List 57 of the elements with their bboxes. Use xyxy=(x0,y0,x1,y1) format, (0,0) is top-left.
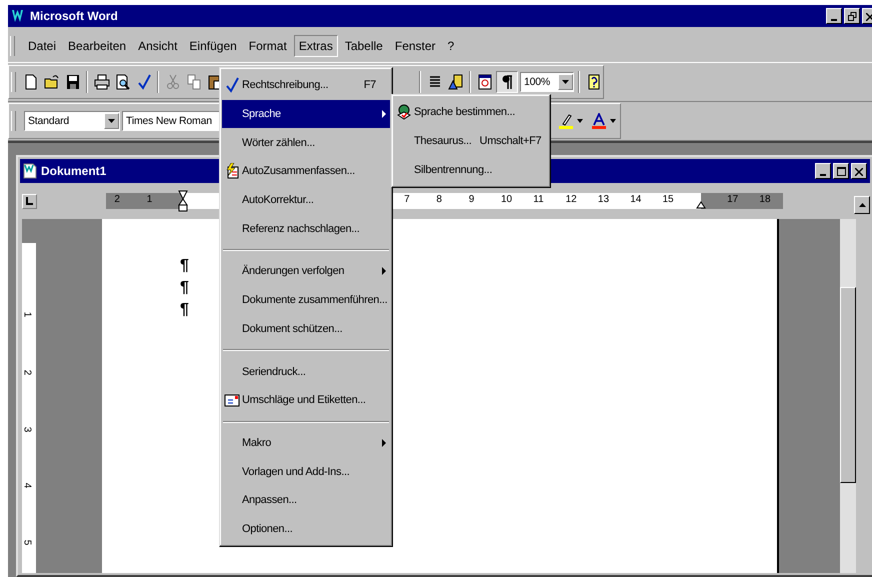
menu-item[interactable]: Bearbeiten xyxy=(63,35,132,57)
ruler-number: 7 xyxy=(404,194,410,205)
menu-item[interactable]: Thesaurus... Umschalt+F7 xyxy=(394,126,548,156)
ruler-number: 9 xyxy=(468,194,474,205)
menu-item[interactable]: Tabelle xyxy=(340,35,388,57)
ruler-number: 13 xyxy=(598,194,610,205)
menu-item[interactable]: Einfügen xyxy=(184,35,242,57)
font-value: Times New Roman xyxy=(125,115,212,127)
shortcut-label: F7 xyxy=(364,79,377,92)
menu-item[interactable]: Optionen... xyxy=(222,514,390,544)
zoom-value: 100% xyxy=(523,76,550,88)
paragraph-mark: ¶ xyxy=(180,256,189,276)
ruler-number: 1 xyxy=(21,312,32,318)
style-combo[interactable]: Standard xyxy=(24,111,120,131)
zoom-combo[interactable]: 100% xyxy=(520,72,574,92)
ruler-number: 4 xyxy=(21,482,32,488)
menu-item[interactable]: Umschläge und Etiketten... xyxy=(222,386,390,415)
ruler-number: 14 xyxy=(630,194,642,205)
ruler-number: 17 xyxy=(727,194,738,205)
menu-item[interactable]: Vorlagen und Add-Ins... xyxy=(222,457,390,486)
menu-item[interactable]: Dokumente zusammenführen... xyxy=(222,286,390,314)
menu-item[interactable]: Wörter zählen... xyxy=(222,128,390,158)
ruler-number: 1 xyxy=(146,194,152,205)
menu-item[interactable]: Sprache xyxy=(222,100,390,128)
style-value: Standard xyxy=(27,115,70,127)
menu-item[interactable]: Rechtschreibung... F7 xyxy=(222,71,390,100)
menu-item[interactable]: Dokument schützen... xyxy=(222,314,390,344)
ruler-number: 8 xyxy=(436,194,442,205)
window-title: Microsoft Word xyxy=(30,9,118,23)
ruler-number: 5 xyxy=(21,540,32,546)
ruler-number: 10 xyxy=(501,194,512,205)
menu-item[interactable]: Anpassen... xyxy=(222,486,390,515)
shortcut-label: Umschalt+F7 xyxy=(480,135,542,148)
ruler-number: 2 xyxy=(114,194,120,205)
menu-item[interactable]: Makro xyxy=(222,428,390,458)
menu-item[interactable]: Silbentrennung... xyxy=(394,155,548,184)
ruler-number: 11 xyxy=(533,194,544,205)
menu-item[interactable]: ? xyxy=(442,35,460,57)
menu-item[interactable]: Datei xyxy=(23,35,62,57)
paragraph-mark: ¶ xyxy=(180,300,189,320)
ruler-number: 2 xyxy=(21,370,32,376)
menu-item[interactable]: Extras xyxy=(294,35,338,57)
ruler-number: 18 xyxy=(759,194,771,205)
menu-item[interactable]: Referenz nachschlagen... xyxy=(222,214,390,244)
menu-item[interactable]: Format xyxy=(244,35,292,57)
menu-item[interactable]: Fenster xyxy=(390,35,441,57)
menu-item[interactable]: Sprache bestimmen... xyxy=(394,98,548,127)
menu-item[interactable]: Ansicht xyxy=(133,35,182,57)
menu-item[interactable]: Änderungen verfolgen xyxy=(222,257,390,286)
ruler-number: 12 xyxy=(566,194,577,205)
paragraph-mark: ¶ xyxy=(180,278,189,298)
ruler-number: 3 xyxy=(21,426,32,432)
document-title: Dokument1 xyxy=(41,164,106,178)
menu-item[interactable]: AutoKorrektur... xyxy=(222,186,390,214)
ruler-number: 15 xyxy=(662,194,674,205)
menu-item[interactable]: Seriendruck... xyxy=(222,357,390,386)
menu-item[interactable]: AutoZusammenfassen... xyxy=(222,157,390,186)
